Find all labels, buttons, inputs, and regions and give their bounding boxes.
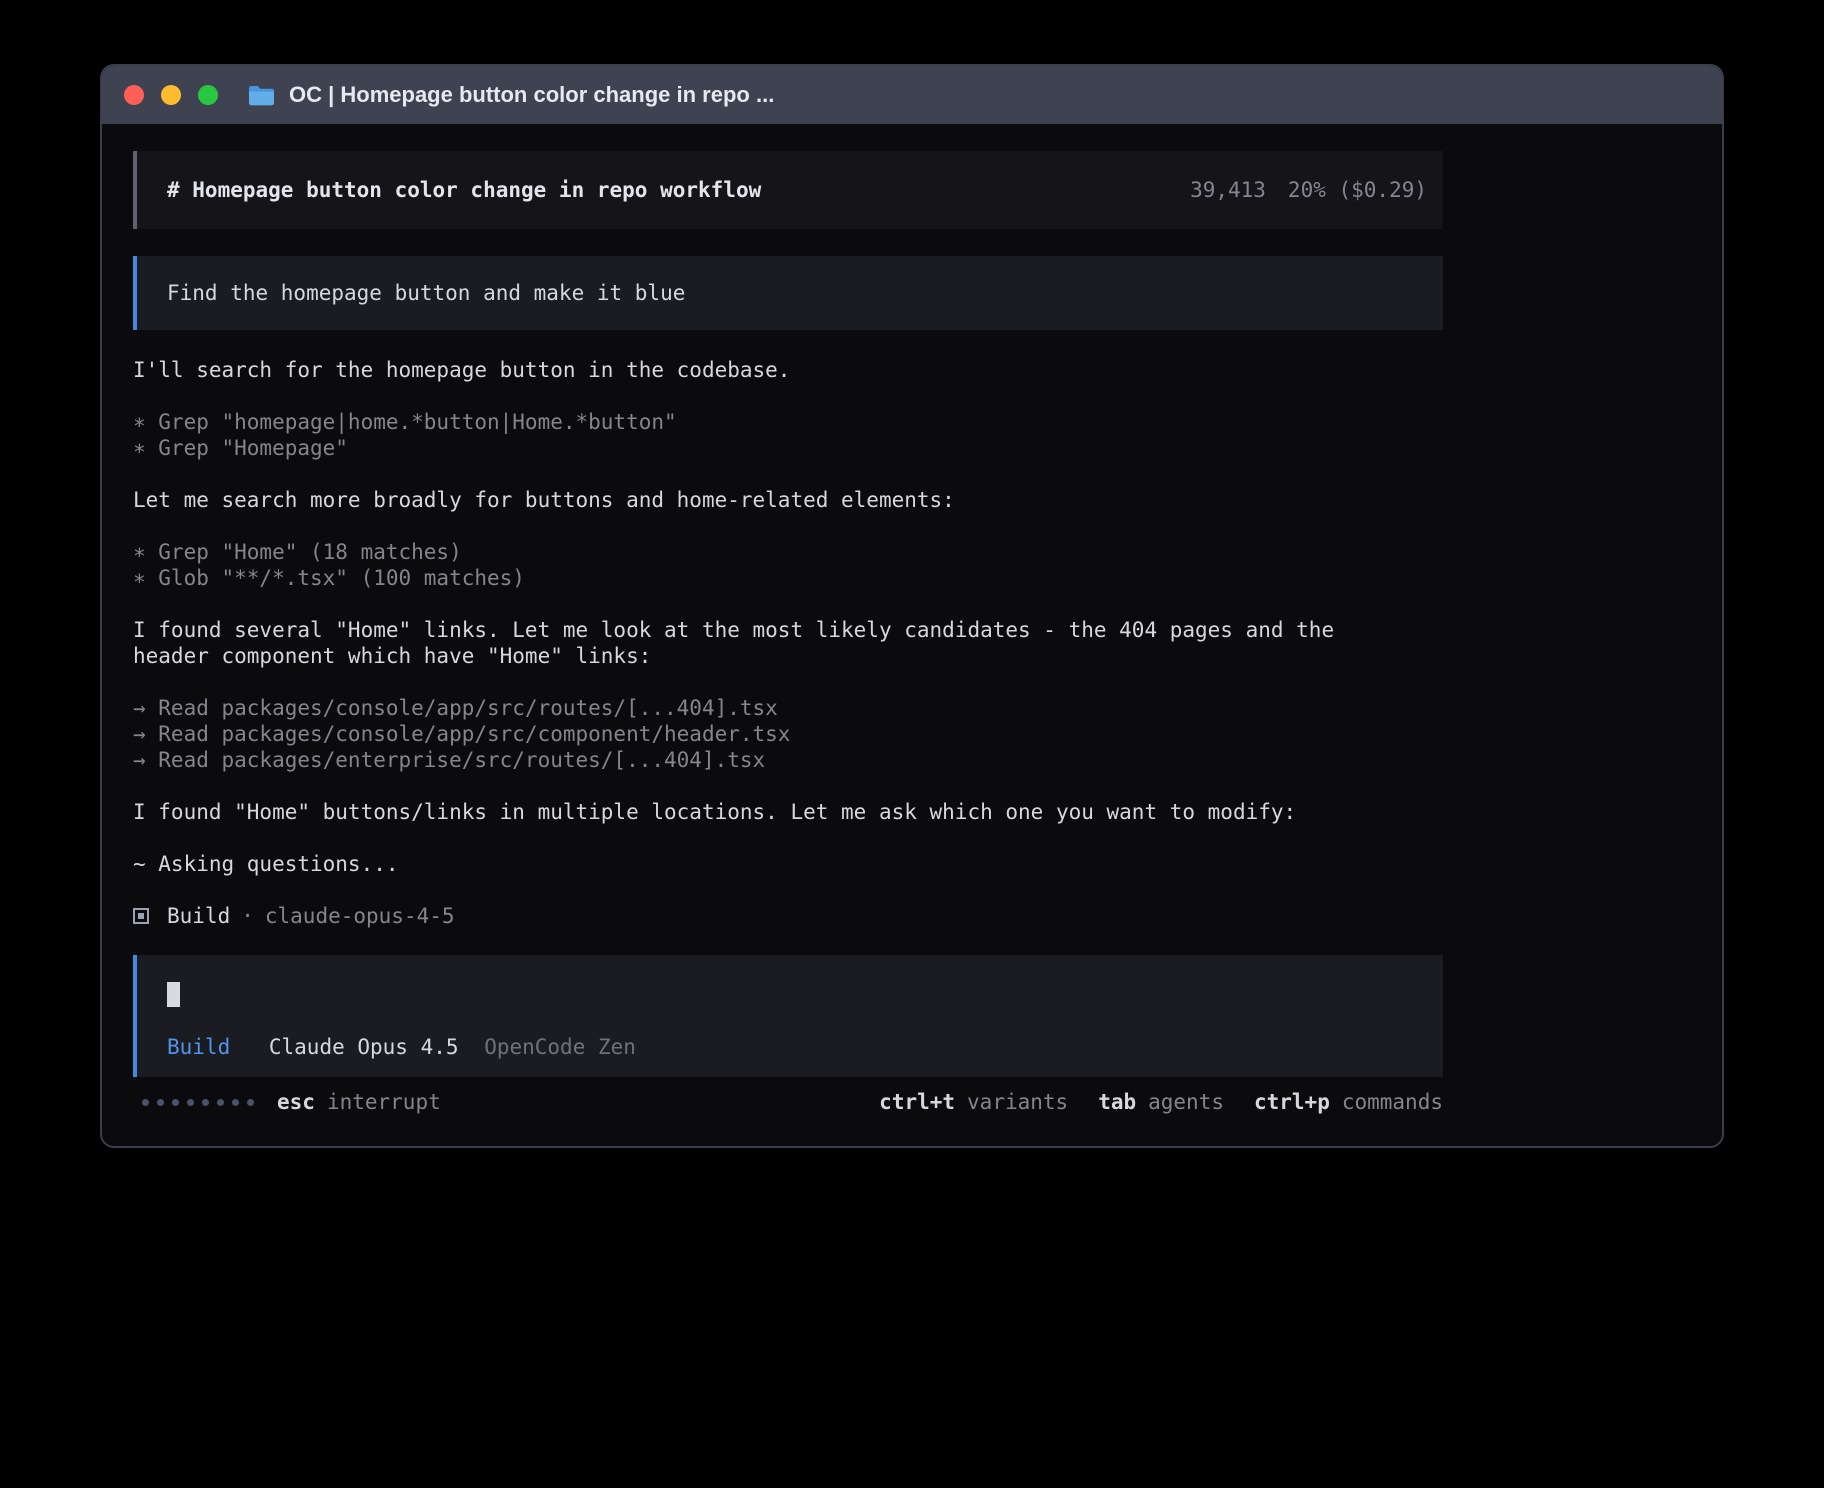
tool-call-group: ∗ Grep "Home" (18 matches) ∗ Glob "**/*.… <box>133 539 1373 591</box>
tool-call-line: ∗ Grep "Homepage" <box>133 435 1373 461</box>
minimize-button[interactable] <box>161 85 181 105</box>
assistant-paragraph: I found "Home" buttons/links in multiple… <box>133 799 1373 825</box>
input-agent-label[interactable]: Build <box>167 1035 230 1059</box>
tool-call-line: ∗ Glob "**/*.tsx" (100 matches) <box>133 565 1373 591</box>
read-tool-line: → Read packages/console/app/src/componen… <box>133 721 1373 747</box>
context-usage: 20% ($0.29) <box>1288 177 1427 203</box>
traffic-lights <box>124 85 218 105</box>
text-cursor <box>167 982 180 1007</box>
assistant-paragraph: I found several "Home" links. Let me loo… <box>133 617 1373 669</box>
session-title: # Homepage button color change in repo w… <box>167 177 761 203</box>
shortcut-key: tab <box>1098 1089 1136 1115</box>
terminal-window: OC | Homepage button color change in rep… <box>100 64 1724 1148</box>
shortcut-key: ctrl+t <box>879 1089 955 1115</box>
read-tool-line: → Read packages/console/app/src/routes/[… <box>133 695 1373 721</box>
shortcut-key: esc <box>277 1089 315 1115</box>
user-message-text: Find the homepage button and make it blu… <box>167 280 685 306</box>
session-stats: 39,413 20% ($0.29) <box>1190 177 1427 203</box>
shortcut-label: agents <box>1148 1089 1224 1115</box>
agent-separator: · <box>241 903 254 929</box>
status-line: ~ Asking questions... <box>133 851 1373 877</box>
agent-badge: Build · claude-opus-4-5 <box>133 903 1373 929</box>
assistant-paragraph: I'll search for the homepage button in t… <box>133 357 1373 383</box>
shortcut-agents: tab agents <box>1098 1089 1224 1115</box>
shortcut-label: commands <box>1342 1089 1443 1115</box>
agent-icon <box>133 908 149 924</box>
tool-call-group: ∗ Grep "homepage|home.*button|Home.*butt… <box>133 409 1373 461</box>
input-provider-label: OpenCode Zen <box>484 1035 636 1059</box>
prompt-input[interactable]: Build Claude Opus 4.5 OpenCode Zen <box>133 955 1443 1077</box>
close-button[interactable] <box>124 85 144 105</box>
input-model-label[interactable]: Claude Opus 4.5 <box>269 1035 459 1059</box>
agent-model: claude-opus-4-5 <box>265 903 455 929</box>
shortcut-label: variants <box>967 1089 1068 1115</box>
statusbar: esc interrupt ctrl+t variants tab agents… <box>142 1089 1443 1115</box>
read-tool-group: → Read packages/console/app/src/routes/[… <box>133 695 1373 773</box>
token-count: 39,413 <box>1190 177 1266 203</box>
tool-call-line: ∗ Grep "Home" (18 matches) <box>133 539 1373 565</box>
user-message: Find the homepage button and make it blu… <box>133 256 1443 330</box>
spinner-dots <box>142 1099 254 1106</box>
assistant-paragraph: Let me search more broadly for buttons a… <box>133 487 1373 513</box>
folder-icon <box>248 85 275 106</box>
read-tool-line: → Read packages/enterprise/src/routes/[.… <box>133 747 1373 773</box>
shortcut-commands: ctrl+p commands <box>1254 1089 1443 1115</box>
shortcut-interrupt: esc interrupt <box>277 1089 441 1115</box>
shortcut-key: ctrl+p <box>1254 1089 1330 1115</box>
session-header: # Homepage button color change in repo w… <box>133 151 1443 229</box>
shortcut-variants: ctrl+t variants <box>879 1089 1068 1115</box>
shortcut-label: interrupt <box>327 1089 441 1115</box>
agent-name: Build <box>167 903 230 929</box>
terminal-content: # Homepage button color change in repo w… <box>133 151 1443 1115</box>
window-title: OC | Homepage button color change in rep… <box>289 82 774 108</box>
zoom-button[interactable] <box>198 85 218 105</box>
tool-call-line: ∗ Grep "homepage|home.*button|Home.*butt… <box>133 409 1373 435</box>
titlebar[interactable]: OC | Homepage button color change in rep… <box>102 66 1722 124</box>
